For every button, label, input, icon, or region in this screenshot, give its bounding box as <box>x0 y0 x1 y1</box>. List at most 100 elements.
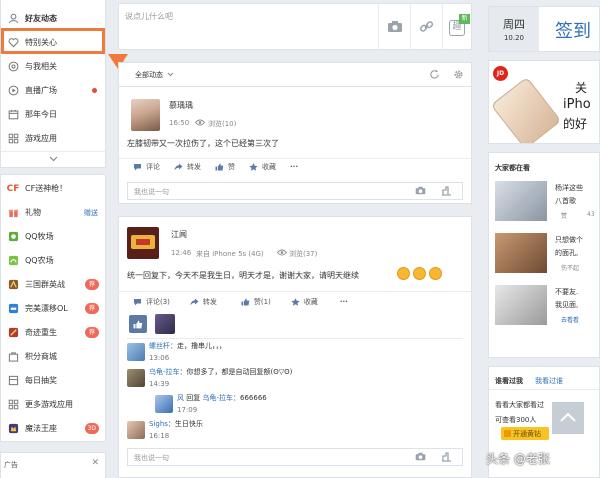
watching-item[interactable]: 杨洋这些 八首歌 赞 43 <box>495 181 595 223</box>
nav-item-label: 与我相关 <box>25 62 57 71</box>
fun-app-button[interactable]: 趣 新 <box>442 4 471 49</box>
nav-item-live-square[interactable]: 直播广场 <box>1 79 105 102</box>
app-label: QQ农场 <box>25 256 54 265</box>
commenter-name[interactable]: 风 <box>177 394 184 402</box>
grid-icon <box>7 399 19 411</box>
gift-send-link[interactable]: 赠送 <box>84 208 98 218</box>
checkin-button[interactable]: 签到 <box>555 17 591 43</box>
app-label: 更多游戏应用 <box>25 400 73 409</box>
close-icon[interactable]: ✕ <box>91 458 99 468</box>
recommend-badge: 荐 <box>85 327 99 338</box>
commenter-avatar[interactable] <box>127 343 145 361</box>
send-icon[interactable] <box>441 452 452 464</box>
watching-item[interactable]: 只想做个 的面孔, 伤不起 <box>495 233 595 275</box>
reply-placeholder: 我也说一句 <box>134 188 169 196</box>
commenter-avatar[interactable] <box>155 395 173 413</box>
more-button[interactable]: ··· <box>340 298 348 306</box>
nav-item-games[interactable]: 游戏应用 <box>1 127 105 150</box>
visitors-text: 可查看300人 <box>495 416 537 424</box>
refresh-icon[interactable] <box>429 69 440 82</box>
lottery-icon <box>7 375 19 387</box>
app-item-magic-throne[interactable]: 魔法王座 3D <box>1 417 105 440</box>
highlight-box <box>1 28 105 54</box>
app-item-daily-lottery[interactable]: 每日抽奖 <box>1 369 105 392</box>
feed-filter-label: 全部动态 <box>135 71 163 79</box>
commenter-avatar[interactable] <box>127 421 145 439</box>
go-see-link[interactable]: 去看看 <box>561 315 579 324</box>
app-item-farm[interactable]: QQ农场 <box>1 249 105 272</box>
expand-nav-button[interactable] <box>1 151 105 167</box>
like-button[interactable]: 赞(1) <box>241 297 271 307</box>
app-item-more-games[interactable]: 更多游戏应用 <box>1 393 105 416</box>
visitors-text: 看看大家都看过 <box>495 401 544 409</box>
app-item-drift[interactable]: 完美漂移OL 荐 <box>1 297 105 320</box>
divider <box>119 291 471 292</box>
jd-logo: JD <box>493 66 508 81</box>
feed-post: 江闻 12:46 来自 iPhone 5s (4G) 浏览(37) 统一回复下，… <box>118 216 472 478</box>
forward-button[interactable]: 转发 <box>190 297 217 307</box>
like-icon <box>129 315 147 333</box>
throne-icon <box>7 423 19 435</box>
camera-button[interactable] <box>378 4 410 49</box>
grid-icon <box>7 133 19 145</box>
commenter-name[interactable]: Sighs <box>149 420 168 428</box>
open-vip-button[interactable]: 开通黄钻 <box>501 427 549 440</box>
feed-filter-dropdown[interactable]: 全部动态 <box>135 70 174 80</box>
post-author[interactable]: 慕瑀瑀 <box>169 100 193 111</box>
app-item-gift[interactable]: 礼物 赠送 <box>1 201 105 224</box>
app-item-cf[interactable]: CF CF送神枪！ <box>1 177 105 200</box>
item-text: 只想做个 <box>555 236 583 244</box>
send-icon[interactable] <box>441 186 452 198</box>
link-button[interactable] <box>410 4 442 49</box>
reply-input[interactable]: 我也说一句 <box>127 448 463 466</box>
composer-input[interactable]: 说点儿什么吧 <box>125 11 173 22</box>
post-text: 统一回复下，今天不是我生日，明天才是，谢谢大家，请明天继续 <box>127 271 359 280</box>
nav-item-related-to-me[interactable]: 与我相关 <box>1 55 105 78</box>
forward-button[interactable]: 转发 <box>174 162 201 172</box>
like-button[interactable]: 赞 <box>215 162 235 172</box>
at-icon <box>7 61 19 73</box>
back-to-top-button[interactable] <box>552 402 584 434</box>
nav-item-friend-feed[interactable]: 好友动态 <box>1 7 105 30</box>
app-item-three-kingdoms[interactable]: 三国群英战 荐 <box>1 273 105 296</box>
post-author[interactable]: 江闻 <box>171 229 187 240</box>
gear-icon[interactable] <box>453 69 464 82</box>
promo-line-1: 关 <box>575 81 588 95</box>
favorite-button[interactable]: 收藏 <box>249 162 276 172</box>
app-label: QQ牧场 <box>25 232 54 241</box>
comment-text: ：你想多了，都是自动回复额(ʘ▽ʘ) <box>179 368 293 376</box>
avatar[interactable] <box>127 227 159 259</box>
calendar-icon <box>7 109 19 121</box>
watching-item[interactable]: 不要友. 我见面, 去看看 <box>495 285 595 327</box>
nav-item-this-day[interactable]: 那年今日 <box>1 103 105 126</box>
promo-banner[interactable]: JD 关 iPho 的好 <box>488 60 600 144</box>
camera-icon[interactable] <box>415 186 426 197</box>
app-item-miracle[interactable]: 奇迹重生 荐 <box>1 321 105 344</box>
commenter-name[interactable]: 乌龟-拉车 <box>149 368 180 376</box>
more-button[interactable]: ··· <box>290 163 298 171</box>
commenter-name[interactable]: 螺丝杆 <box>149 342 170 350</box>
comment-item: 乌龟-拉车：你想多了，都是自动回复额(ʘ▽ʘ) 14:39 <box>127 367 457 393</box>
sword-icon <box>7 327 19 339</box>
favorite-button[interactable]: 收藏 <box>291 297 318 307</box>
commenter-avatar[interactable] <box>127 369 145 387</box>
tab-who-visited-me[interactable]: 谁看过我 <box>495 376 523 386</box>
liker-avatar[interactable] <box>155 314 175 334</box>
comment-button[interactable]: 评论(3) <box>133 297 170 307</box>
app-item-ranch[interactable]: QQ牧场 <box>1 225 105 248</box>
item-meta: 伤不起 <box>561 265 580 272</box>
reply-input[interactable]: 我也说一句 <box>127 182 463 200</box>
avatar[interactable] <box>131 99 160 131</box>
reply-target[interactable]: 乌龟-拉车 <box>202 394 233 402</box>
comment-item: 螺丝杆：走，撸串儿，，， 13:06 <box>127 341 457 367</box>
tab-who-i-visited[interactable]: 我看过谁 <box>535 376 563 386</box>
comment-button[interactable]: 评论 <box>133 162 160 172</box>
camera-icon[interactable] <box>415 452 426 463</box>
forward-label: 转发 <box>202 298 217 306</box>
watching-panel: 大家都在看 杨洋这些 八首歌 赞 43 只想做个 的面孔, 伤不起 不要友. 我… <box>488 152 600 358</box>
recommend-badge: 荐 <box>85 303 99 314</box>
feed-post: 慕瑀瑀 16:50 浏览(10) 左膝韧带又一次拉伤了，这个已经第三次了 评论 … <box>118 86 472 204</box>
nav-item-label: 直播广场 <box>25 86 57 95</box>
app-item-points-mall[interactable]: 积分商城 <box>1 345 105 368</box>
laugh-emoji-icon <box>397 267 410 280</box>
